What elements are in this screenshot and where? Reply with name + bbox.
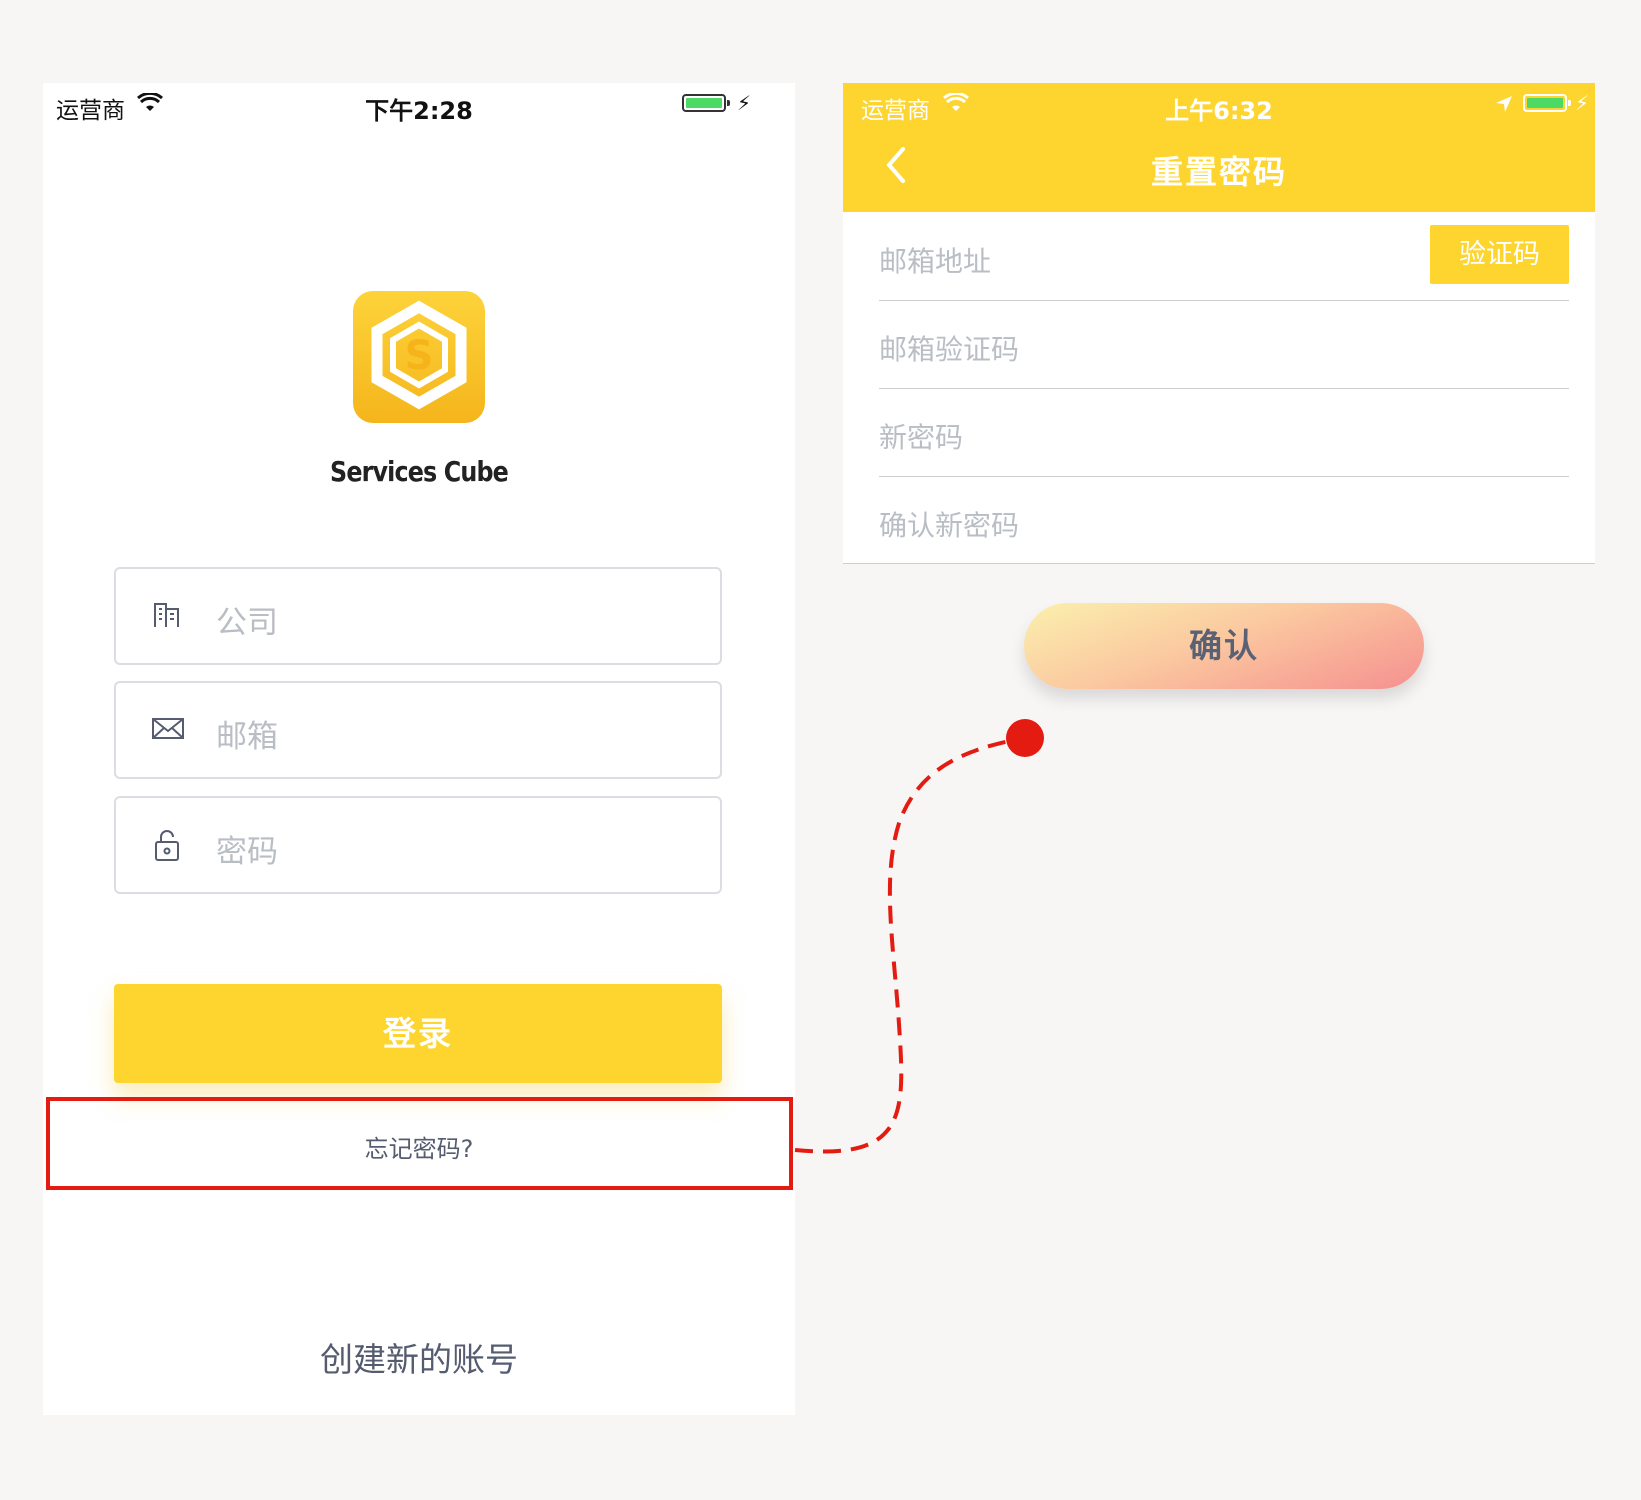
flow-connector	[794, 719, 1044, 1154]
connector-endpoint-dot	[1006, 719, 1044, 757]
dashed-connector-line	[794, 736, 1025, 1154]
